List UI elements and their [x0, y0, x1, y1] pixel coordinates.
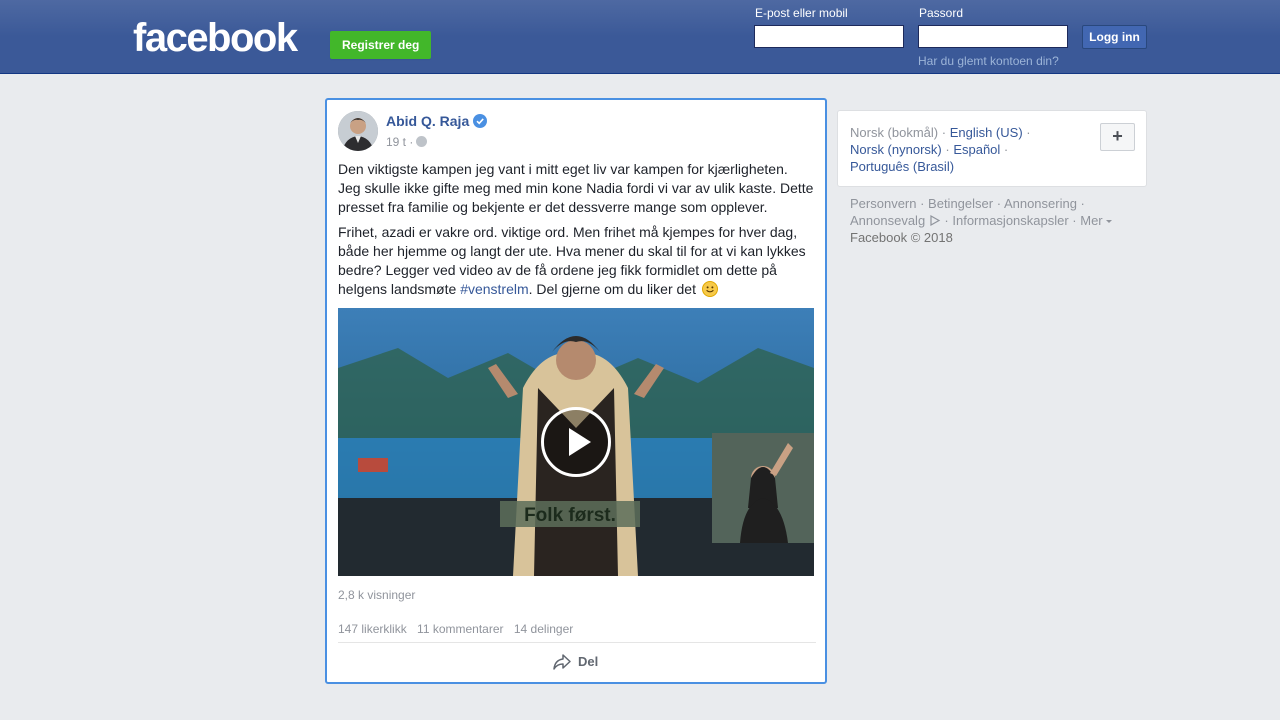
smile-emoji-icon	[701, 281, 718, 297]
adchoices-icon	[930, 214, 941, 227]
language-option-english[interactable]: English (US)	[950, 125, 1023, 140]
email-field[interactable]	[754, 25, 904, 48]
video-player[interactable]: Folk først.	[338, 308, 814, 576]
hashtag-link[interactable]: #venstrelm	[460, 281, 528, 297]
divider	[338, 642, 816, 643]
paragraph-2-end: . Del gjerne om du liker det	[528, 281, 696, 297]
top-bar: facebook Registrer deg E-post eller mobi…	[0, 0, 1280, 74]
post-meta: 19 t ·	[386, 135, 428, 149]
language-option-portuguese[interactable]: Português (Brasil)	[850, 159, 954, 174]
post-author[interactable]: Abid Q. Raja	[386, 113, 488, 129]
footer-links: Personvern · Betingelser · Annonsering ·…	[850, 195, 1140, 246]
password-label: Passord	[919, 6, 964, 20]
share-arrow-icon	[553, 654, 571, 670]
share-count[interactable]: 14 delinger	[514, 622, 573, 636]
password-field[interactable]	[918, 25, 1068, 48]
post-paragraph-2: Frihet, azadi er vakre ord. viktige ord.…	[338, 223, 818, 299]
language-option-nynorsk[interactable]: Norsk (nynorsk)	[850, 142, 942, 157]
copyright: Facebook © 2018	[850, 230, 953, 245]
footer-more-link[interactable]: Mer	[1080, 213, 1102, 228]
language-list: Norsk (bokmål) · English (US) · Norsk (n…	[850, 125, 1031, 174]
post-card: Abid Q. Raja 19 t · Den viktigste kampen…	[325, 98, 827, 684]
language-current: Norsk (bokmål)	[850, 125, 939, 140]
footer-adchoices-link[interactable]: Annonsevalg	[850, 213, 925, 228]
play-icon[interactable]	[541, 407, 611, 477]
share-button[interactable]: Del	[552, 653, 598, 671]
login-button[interactable]: Logg inn	[1082, 25, 1147, 49]
view-count: 2,8 k visninger	[338, 588, 416, 602]
like-count[interactable]: 147 likerklikk	[338, 622, 407, 636]
language-box: Norsk (bokmål) · English (US) · Norsk (n…	[837, 110, 1147, 187]
paragraph-1-line-2: Jeg skulle ikke gifte meg med min kone N…	[338, 180, 814, 215]
globe-icon	[416, 136, 428, 147]
share-label: Del	[578, 654, 599, 669]
post-text: Den viktigste kampen jeg vant i mitt ege…	[338, 160, 818, 305]
paragraph-1-line-1: Den viktigste kampen jeg vant i mitt ege…	[338, 161, 788, 177]
register-button[interactable]: Registrer deg	[330, 31, 432, 59]
footer-ads-link[interactable]: Annonsering	[1004, 196, 1077, 211]
footer-cookies-link[interactable]: Informasjonskapsler	[952, 213, 1068, 228]
verified-badge-icon	[473, 114, 488, 128]
language-option-spanish[interactable]: Español	[953, 142, 1000, 157]
add-language-button[interactable]: +	[1100, 123, 1135, 151]
footer-terms-link[interactable]: Betingelser	[928, 196, 993, 211]
post-time[interactable]: 19 t ·	[386, 135, 413, 149]
author-name[interactable]: Abid Q. Raja	[386, 113, 469, 129]
video-caption: Folk først.	[524, 505, 616, 526]
facebook-logo[interactable]: facebook	[133, 16, 298, 61]
post-paragraph-1: Den viktigste kampen jeg vant i mitt ege…	[338, 160, 818, 217]
chevron-down-icon	[1105, 220, 1112, 223]
email-label: E-post eller mobil	[755, 6, 848, 20]
footer-privacy-link[interactable]: Personvern	[850, 196, 916, 211]
avatar[interactable]	[338, 111, 378, 151]
post-stats: 147 likerklikk 11 kommentarer 14 delinge…	[338, 622, 580, 636]
forgot-account-link[interactable]: Har du glemt kontoen din?	[918, 54, 1059, 68]
comment-count[interactable]: 11 kommentarer	[417, 622, 503, 636]
